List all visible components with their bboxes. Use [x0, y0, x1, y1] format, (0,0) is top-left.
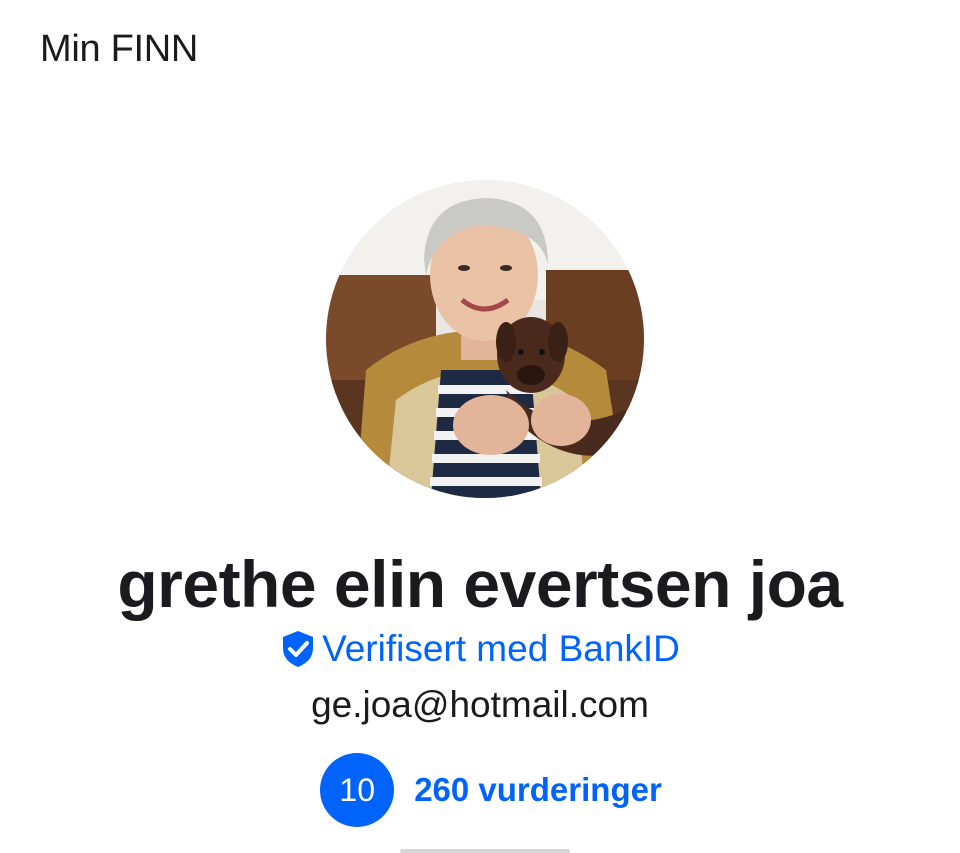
reviews-link[interactable]: 260 vurderinger [414, 771, 662, 809]
avatar[interactable] [326, 180, 644, 498]
shield-check-icon [280, 629, 316, 669]
avatar-photo-icon [326, 180, 644, 498]
profile-page: Min FINN grethe elin evertsen joa Verifi… [0, 0, 960, 853]
email-address: ge.joa@hotmail.com [311, 684, 649, 725]
bottom-divider [400, 849, 570, 853]
profile-name: grethe elin evertsen joa [117, 547, 843, 621]
rating-score-badge[interactable]: 10 [320, 753, 395, 827]
rating-row[interactable]: 10 260 vurderinger [0, 753, 960, 827]
verification-label: Verifisert med BankID [322, 628, 680, 669]
page-title: Min FINN [40, 28, 199, 70]
verification-status: Verifisert med BankID [0, 628, 960, 670]
